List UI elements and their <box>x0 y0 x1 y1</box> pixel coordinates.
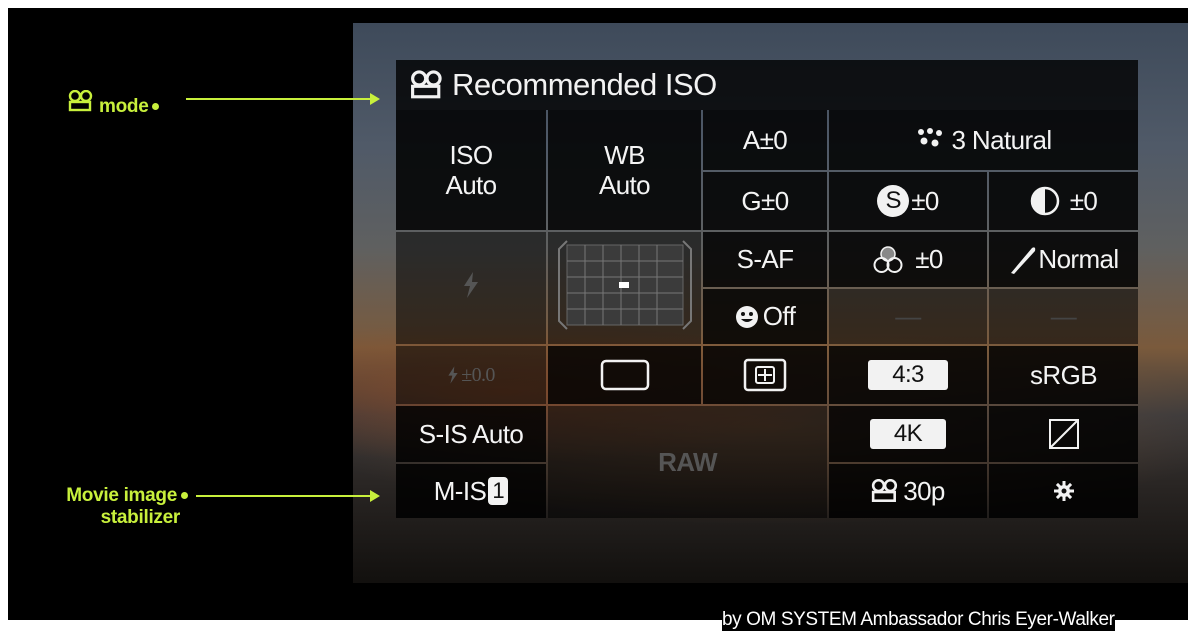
wb-cell[interactable]: WB Auto <box>548 110 701 230</box>
mode-annotation-label: mode <box>98 96 149 117</box>
movie-is-value: M-IS <box>433 475 487 506</box>
settings-gear-icon[interactable] <box>1053 481 1074 501</box>
flash-comp-cell[interactable]: ±0.0 <box>396 346 546 404</box>
movie-is-cell[interactable]: M-IS 1 <box>396 464 546 518</box>
flash-comp-icon <box>447 366 459 384</box>
contrast-icon <box>1030 186 1060 216</box>
color-space-cell[interactable]: sRGB <box>989 346 1138 404</box>
image-stabilizer-value: S-IS Auto <box>418 418 524 449</box>
mode-annotation: mode <box>68 89 160 118</box>
wb-label: WB <box>604 140 645 170</box>
flash-mode-cell[interactable] <box>396 232 546 344</box>
picture-mode-icon <box>915 125 945 156</box>
picture-mode-value: 3 Natural <box>951 124 1052 155</box>
af-mode-value: S-AF <box>736 244 794 274</box>
af-target-icon <box>555 237 695 340</box>
frame-rate-value: 30p <box>903 475 945 506</box>
metering-icon <box>743 358 787 392</box>
image-stabilizer-cell[interactable]: S-IS Auto <box>396 406 546 462</box>
face-priority-value: Off <box>762 301 796 331</box>
movie-camera-icon <box>68 89 99 117</box>
af-mode-cell[interactable]: S-AF <box>703 232 827 287</box>
photo-credit: by OM SYSTEM Ambassador Chris Eyer-Walke… <box>722 609 1115 631</box>
face-icon <box>735 305 759 329</box>
iso-cell[interactable]: ISO Auto <box>396 110 546 230</box>
flash-icon <box>462 271 480 305</box>
wb-g-cell[interactable]: G±0 <box>703 172 827 230</box>
wb-g-value: G±0 <box>741 185 789 216</box>
saturation-cell[interactable]: S ±0 <box>829 172 987 230</box>
raw-cell[interactable]: RAW <box>548 406 827 518</box>
contrast-cell[interactable]: ±0 <box>989 172 1138 230</box>
metering-cell[interactable] <box>703 346 827 404</box>
movie-camera-icon <box>410 70 444 100</box>
frame-rate-cell[interactable]: 30p <box>829 464 987 518</box>
gradation-icon <box>1048 418 1080 450</box>
aspect-value: 4:3 <box>868 360 948 390</box>
stabilizer-label-1: Movie image <box>66 485 177 506</box>
sharpness-cell[interactable]: Normal <box>989 232 1138 287</box>
color-space-value: sRGB <box>1030 359 1098 390</box>
raw-value: RAW <box>658 446 717 477</box>
wb-a-value: A±0 <box>742 124 788 155</box>
saturation-icon: S <box>877 185 910 217</box>
color-filter-cell[interactable]: ±0 <box>829 232 987 287</box>
sharpness-icon <box>1008 245 1038 275</box>
stabilizer-label-2: stabilizer <box>100 507 181 528</box>
drive-mode-cell[interactable] <box>548 346 701 404</box>
wb-value: Auto <box>598 170 651 200</box>
dash-2: — <box>1050 301 1077 331</box>
movie-camera-icon <box>871 479 899 503</box>
iso-label: ISO <box>449 140 494 170</box>
movie-resolution-value: 4K <box>869 419 947 449</box>
empty-cell-1: — <box>829 289 987 344</box>
wb-a-cell[interactable]: A±0 <box>703 110 827 170</box>
movie-is-level: 1 <box>488 477 509 505</box>
flash-comp-value: ±0.0 <box>461 363 495 386</box>
movie-resolution-cell[interactable]: 4K <box>829 406 987 462</box>
dash-1: — <box>895 301 921 331</box>
af-target-cell[interactable] <box>548 232 701 344</box>
aspect-cell[interactable]: 4:3 <box>829 346 987 404</box>
single-frame-icon <box>599 358 651 392</box>
saturation-value: ±0 <box>911 185 939 216</box>
gradation-cell[interactable] <box>989 406 1138 462</box>
picture-mode-cell[interactable]: 3 Natural <box>829 110 1138 170</box>
sharpness-value: Normal <box>1038 244 1119 274</box>
mode-arrow <box>186 93 380 105</box>
contrast-value: ±0 <box>1069 185 1098 216</box>
panel-title-text: Recommended ISO <box>452 67 717 102</box>
color-filter-icon <box>873 245 903 274</box>
iso-value: Auto <box>445 170 497 200</box>
settings-cell[interactable] <box>989 464 1138 518</box>
empty-cell-2: — <box>989 289 1138 344</box>
color-filter-value: ±0 <box>915 244 943 274</box>
face-priority-cell[interactable]: Off <box>703 289 827 344</box>
panel-title: Recommended ISO <box>396 60 1138 110</box>
stabilizer-annotation: Movie image stabilizer <box>38 485 188 529</box>
stabilizer-arrow <box>196 490 380 502</box>
